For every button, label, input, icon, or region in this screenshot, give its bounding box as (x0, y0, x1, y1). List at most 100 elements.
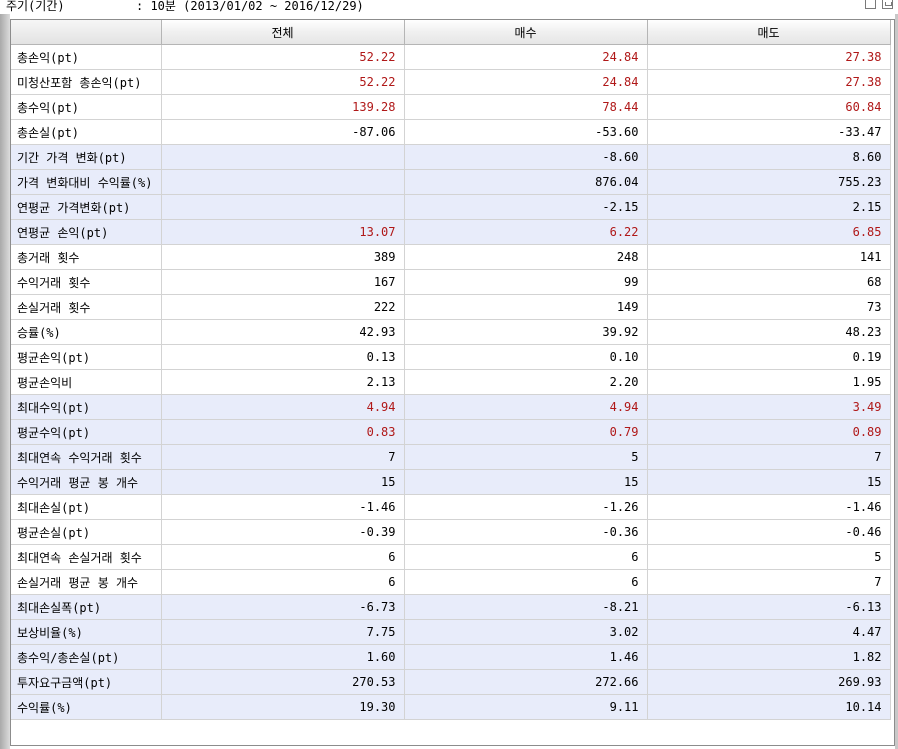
cell-sell: 2.15 (647, 194, 891, 220)
row-label: 평균손실(pt) (11, 519, 162, 545)
table-row[interactable]: 최대손실폭(pt) -6.73 -8.21 -6.13 (11, 594, 891, 620)
period-label: 주기(기간) (6, 0, 65, 13)
cell-buy: 9.11 (404, 694, 648, 720)
row-label: 보상비율(%) (11, 619, 162, 645)
cell-sell: 4.47 (647, 619, 891, 645)
table-row[interactable]: 기간 가격 변화(pt) -8.60 8.60 (11, 144, 891, 170)
cell-buy: 0.79 (404, 419, 648, 445)
cell-total: 7 (161, 444, 405, 470)
column-header-sell[interactable]: 매도 (647, 20, 891, 45)
cell-buy: -0.36 (404, 519, 648, 545)
cell-sell: 10.14 (647, 694, 891, 720)
table-row[interactable]: 최대연속 손실거래 횟수 6 6 5 (11, 544, 891, 570)
column-header-buy[interactable]: 매수 (404, 20, 648, 45)
cell-total: 13.07 (161, 219, 405, 245)
results-body: 총손익(pt) 52.22 24.84 27.38 미청산포함 총손익(pt) 52.22… (11, 44, 891, 720)
table-row[interactable]: 보상비율(%) 7.75 3.02 4.47 (11, 619, 891, 645)
cell-buy: 39.92 (404, 319, 648, 345)
table-row[interactable]: 총거래 횟수 389 248 141 (11, 244, 891, 270)
cell-sell: 60.84 (647, 94, 891, 120)
cell-buy: 876.04 (404, 169, 648, 195)
row-label: 연평균 가격변화(pt) (11, 194, 162, 220)
row-label: 평균손익비 (11, 369, 162, 395)
table-row[interactable]: 미청산포함 총손익(pt) 52.22 24.84 27.38 (11, 69, 891, 95)
table-row[interactable]: 수익거래 평균 봉 개수 15 15 15 (11, 469, 891, 495)
cell-total (161, 194, 405, 220)
table-row[interactable]: 총수익(pt) 139.28 78.44 60.84 (11, 94, 891, 120)
cell-buy: 24.84 (404, 69, 648, 95)
cell-buy: 99 (404, 269, 648, 295)
cell-buy: -8.21 (404, 594, 648, 620)
cell-total: 7.75 (161, 619, 405, 645)
row-label: 총수익/총손실(pt) (11, 644, 162, 670)
cell-sell: -6.13 (647, 594, 891, 620)
restore-icon[interactable] (882, 0, 893, 9)
cell-total: 0.83 (161, 419, 405, 445)
cell-sell: 73 (647, 294, 891, 320)
table-row[interactable]: 가격 변화대비 수익률(%) 876.04 755.23 (11, 169, 891, 195)
row-label: 총손실(pt) (11, 119, 162, 145)
header-row: 전체 매수 매도 (11, 20, 891, 45)
table-row[interactable]: 최대연속 수익거래 횟수 7 5 7 (11, 444, 891, 470)
cell-buy: 78.44 (404, 94, 648, 120)
table-row[interactable]: 총손익(pt) 52.22 24.84 27.38 (11, 44, 891, 70)
cell-buy: 4.94 (404, 394, 648, 420)
results-table: 전체 매수 매도 총손익(pt) 52.22 24.84 27.38 미청산포함 총손익… (11, 20, 891, 720)
cell-total: 19.30 (161, 694, 405, 720)
minimize-icon[interactable] (865, 0, 876, 9)
table-row[interactable]: 연평균 손익(pt) 13.07 6.22 6.85 (11, 219, 891, 245)
cell-sell: 27.38 (647, 69, 891, 95)
table-row[interactable]: 최대손실(pt) -1.46 -1.26 -1.46 (11, 494, 891, 520)
cell-buy: 3.02 (404, 619, 648, 645)
cell-total: 167 (161, 269, 405, 295)
row-label: 미청산포함 총손익(pt) (11, 69, 162, 95)
column-header-total[interactable]: 전체 (161, 20, 405, 45)
table-row[interactable]: 총손실(pt) -87.06 -53.60 -33.47 (11, 119, 891, 145)
cell-total: 139.28 (161, 94, 405, 120)
table-row[interactable]: 손실거래 평균 봉 개수 6 6 7 (11, 569, 891, 595)
table-row[interactable]: 연평균 가격변화(pt) -2.15 2.15 (11, 194, 891, 220)
cell-total: 1.60 (161, 644, 405, 670)
table-row[interactable]: 수익률(%) 19.30 9.11 10.14 (11, 694, 891, 720)
table-row[interactable]: 수익거래 횟수 167 99 68 (11, 269, 891, 295)
performance-report-window: 주기(기간) : 10분 (2013/01/02 ~ 2016/12/29) 전… (0, 0, 898, 749)
table-row[interactable]: 총수익/총손실(pt) 1.60 1.46 1.82 (11, 644, 891, 670)
cell-buy: -1.26 (404, 494, 648, 520)
cell-sell: -0.46 (647, 519, 891, 545)
cell-total: 389 (161, 244, 405, 270)
row-label: 총손익(pt) (11, 44, 162, 70)
row-label: 손실거래 평균 봉 개수 (11, 569, 162, 595)
cell-buy: -53.60 (404, 119, 648, 145)
cell-sell: 3.49 (647, 394, 891, 420)
cell-buy: 24.84 (404, 44, 648, 70)
cell-sell: 27.38 (647, 44, 891, 70)
cell-sell: 1.95 (647, 369, 891, 395)
cell-sell: 141 (647, 244, 891, 270)
cell-sell: 1.82 (647, 644, 891, 670)
row-label: 투자요구금액(pt) (11, 669, 162, 695)
cell-total: 52.22 (161, 69, 405, 95)
cell-sell: 48.23 (647, 319, 891, 345)
header-corner (11, 20, 162, 45)
table-row[interactable]: 최대수익(pt) 4.94 4.94 3.49 (11, 394, 891, 420)
cell-buy: 15 (404, 469, 648, 495)
cell-buy: 0.10 (404, 344, 648, 370)
cell-sell: 7 (647, 569, 891, 595)
table-row[interactable]: 평균수익(pt) 0.83 0.79 0.89 (11, 419, 891, 445)
cell-sell: 6.85 (647, 219, 891, 245)
row-label: 총수익(pt) (11, 94, 162, 120)
cell-total (161, 144, 405, 170)
table-row[interactable]: 평균손익(pt) 0.13 0.10 0.19 (11, 344, 891, 370)
cell-total: 6 (161, 544, 405, 570)
cell-sell: 755.23 (647, 169, 891, 195)
row-label: 최대손실(pt) (11, 494, 162, 520)
table-row[interactable]: 승률(%) 42.93 39.92 48.23 (11, 319, 891, 345)
table-row[interactable]: 평균손실(pt) -0.39 -0.36 -0.46 (11, 519, 891, 545)
table-row[interactable]: 평균손익비 2.13 2.20 1.95 (11, 369, 891, 395)
cell-sell: 5 (647, 544, 891, 570)
cell-sell: 7 (647, 444, 891, 470)
cell-total: 6 (161, 569, 405, 595)
cell-total: -1.46 (161, 494, 405, 520)
table-row[interactable]: 손실거래 횟수 222 149 73 (11, 294, 891, 320)
table-row[interactable]: 투자요구금액(pt) 270.53 272.66 269.93 (11, 669, 891, 695)
